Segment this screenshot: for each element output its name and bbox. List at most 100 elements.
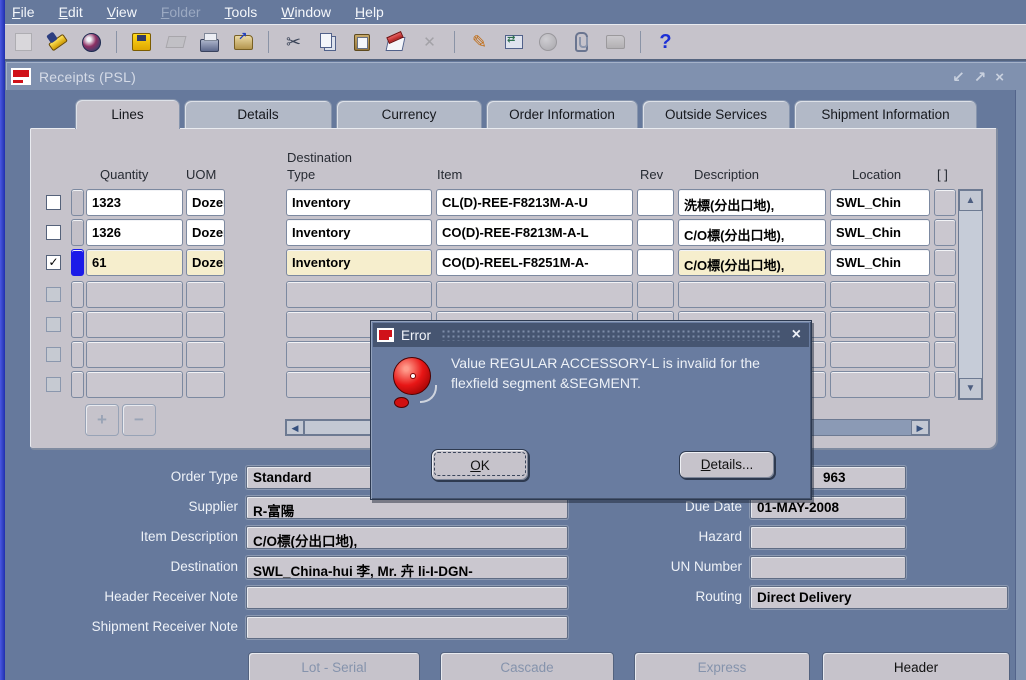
cell-uom[interactable]: Dozer — [186, 189, 225, 216]
cell-location[interactable]: SWL_Chin — [830, 219, 930, 246]
find-icon[interactable] — [44, 29, 71, 55]
empty-cell[interactable] — [86, 311, 183, 338]
row-flexfield-button[interactable] — [934, 341, 956, 368]
cell-location[interactable]: SWL_Chin — [830, 189, 930, 216]
window-titlebar[interactable]: Receipts (PSL) ↙↗× — [6, 62, 1026, 90]
header-button[interactable]: Header — [822, 652, 1010, 680]
next-step-icon[interactable] — [162, 29, 189, 55]
cell-quantity[interactable]: 1323 — [86, 189, 183, 216]
row-flexfield-button[interactable] — [934, 371, 956, 398]
paste-icon[interactable] — [348, 29, 375, 55]
menu-edit[interactable]: Edit — [59, 4, 83, 20]
empty-cell[interactable] — [830, 371, 930, 398]
menu-folder[interactable]: Folder — [161, 4, 201, 20]
remove-row-button[interactable]: − — [122, 404, 156, 436]
cell-rev[interactable] — [637, 219, 674, 246]
show-navigator-icon[interactable] — [78, 29, 105, 55]
cell-description[interactable]: C/O標(分出口地), — [678, 249, 826, 276]
scroll-up-icon[interactable]: ▲ — [959, 190, 982, 211]
edit-field-icon[interactable] — [466, 29, 493, 55]
tab-outside-services[interactable]: Outside Services — [642, 100, 790, 128]
empty-cell[interactable] — [71, 281, 84, 308]
empty-cell[interactable] — [71, 371, 84, 398]
empty-cell[interactable] — [678, 281, 826, 308]
row-flexfield-button[interactable] — [934, 189, 956, 216]
row-flexfield-button[interactable] — [934, 311, 956, 338]
record-indicator-current[interactable] — [71, 249, 84, 276]
cell-description[interactable]: C/O標(分出口地), — [678, 219, 826, 246]
tab-currency[interactable]: Currency — [336, 100, 482, 128]
tab-order-information[interactable]: Order Information — [486, 100, 638, 128]
copy-icon[interactable] — [314, 29, 341, 55]
field-hazard[interactable] — [750, 526, 906, 549]
new-icon[interactable] — [10, 29, 37, 55]
tab-shipment-information[interactable]: Shipment Information — [794, 100, 977, 128]
cell-rev[interactable] — [637, 189, 674, 216]
row-checkbox[interactable] — [46, 287, 61, 302]
empty-cell[interactable] — [71, 341, 84, 368]
menu-file[interactable]: File — [12, 4, 35, 20]
row-flexfield-button[interactable] — [934, 219, 956, 246]
cell-uom[interactable]: Dozer — [186, 219, 225, 246]
help-icon[interactable] — [652, 29, 679, 55]
cell-destination-type[interactable]: Inventory — [286, 219, 432, 246]
empty-cell[interactable] — [186, 281, 225, 308]
record-indicator[interactable] — [71, 189, 84, 216]
row-checkbox[interactable] — [46, 347, 61, 362]
empty-cell[interactable] — [286, 281, 432, 308]
close-form-icon[interactable] — [230, 29, 257, 55]
cell-quantity[interactable]: 61 — [86, 249, 183, 276]
express-button[interactable]: Express — [634, 652, 810, 680]
cell-rev[interactable] — [637, 249, 674, 276]
save-icon[interactable] — [128, 29, 155, 55]
clear-record-icon[interactable] — [382, 29, 409, 55]
cascade-button[interactable]: Cascade — [440, 652, 614, 680]
cell-uom[interactable]: Dozer — [186, 249, 225, 276]
details-button[interactable]: Details... — [679, 451, 775, 479]
cut-icon[interactable] — [280, 29, 307, 55]
empty-cell[interactable] — [86, 281, 183, 308]
minimize-icon[interactable]: ↙ — [952, 68, 965, 86]
vertical-scrollbar[interactable]: ▲ ▼ — [958, 189, 983, 400]
cell-description[interactable]: 洗標(分出口地), — [678, 189, 826, 216]
cell-destination-type[interactable]: Inventory — [286, 189, 432, 216]
row-checkbox[interactable] — [46, 317, 61, 332]
empty-cell[interactable] — [186, 311, 225, 338]
delete-record-icon[interactable] — [416, 29, 443, 55]
empty-cell[interactable] — [86, 371, 183, 398]
close-icon[interactable]: × — [995, 69, 1004, 86]
row-checkbox[interactable] — [46, 195, 61, 210]
field-un-number[interactable] — [750, 556, 906, 579]
empty-cell[interactable] — [830, 341, 930, 368]
cell-item[interactable]: CO(D)-REEL-F8251M-A- — [436, 249, 633, 276]
empty-cell[interactable] — [186, 341, 225, 368]
empty-cell[interactable] — [637, 281, 674, 308]
cell-item[interactable]: CO(D)-REE-F8213M-A-L — [436, 219, 633, 246]
menu-tools[interactable]: Tools — [225, 4, 258, 20]
cell-destination-type[interactable]: Inventory — [286, 249, 432, 276]
scroll-right-icon[interactable]: ▶ — [911, 420, 929, 435]
row-flexfield-button[interactable] — [934, 249, 956, 276]
empty-cell[interactable] — [436, 281, 633, 308]
print-icon[interactable] — [196, 29, 223, 55]
menu-help[interactable]: Help — [355, 4, 384, 20]
restore-icon[interactable]: ↗ — [974, 68, 987, 86]
ok-button[interactable]: OK — [431, 449, 529, 481]
cell-item[interactable]: CL(D)-REE-F8213M-A-U — [436, 189, 633, 216]
tab-lines[interactable]: Lines — [75, 99, 180, 129]
cell-quantity[interactable]: 1326 — [86, 219, 183, 246]
empty-cell[interactable] — [86, 341, 183, 368]
zoom-icon[interactable] — [500, 29, 527, 55]
empty-cell[interactable] — [71, 311, 84, 338]
empty-cell[interactable] — [186, 371, 225, 398]
field-shipment-receiver-note[interactable] — [246, 616, 568, 639]
cell-location[interactable]: SWL_Chin — [830, 249, 930, 276]
attachments-icon[interactable] — [568, 29, 595, 55]
row-checkbox[interactable] — [46, 377, 61, 392]
record-indicator[interactable] — [71, 219, 84, 246]
row-flexfield-button[interactable] — [934, 281, 956, 308]
folder-tools-icon[interactable] — [602, 29, 629, 55]
translations-icon[interactable] — [534, 29, 561, 55]
scroll-down-icon[interactable]: ▼ — [959, 378, 982, 399]
empty-cell[interactable] — [830, 311, 930, 338]
